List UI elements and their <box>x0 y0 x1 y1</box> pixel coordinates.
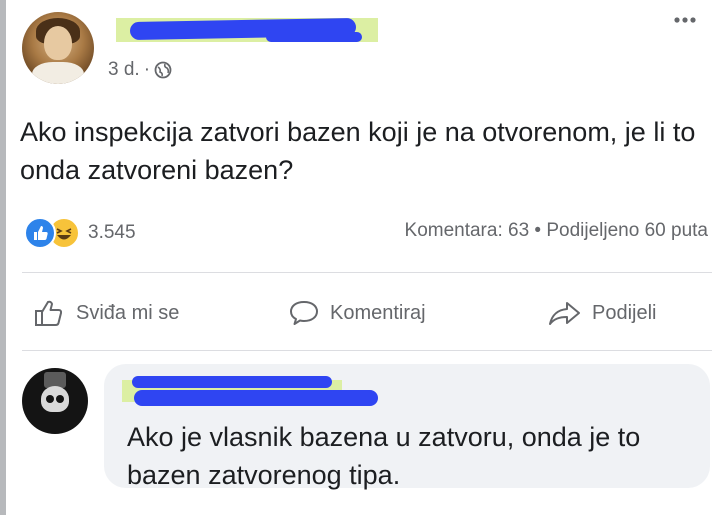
post-time[interactable]: 3 d. <box>108 59 140 81</box>
commenter-avatar[interactable] <box>22 368 88 434</box>
comment-text: Ako je vlasnik bazena u zatvoru, onda je… <box>127 422 641 490</box>
comment-icon <box>288 299 320 327</box>
post-timestamp-row: 3 d. · <box>108 58 172 82</box>
comments-shares-count[interactable]: Komentara: 63 • Podijeljeno 60 puta <box>405 220 708 242</box>
share-label: Podijeli <box>592 301 657 324</box>
avatar-face <box>44 26 72 60</box>
divider <box>22 350 712 351</box>
separator-dot: · <box>143 59 151 80</box>
like-label: Sviđa mi se <box>76 301 180 324</box>
reaction-count: 3.545 <box>88 222 136 243</box>
author-avatar[interactable] <box>22 12 94 84</box>
commenter-name-redacted[interactable] <box>122 372 382 412</box>
redaction-scribble <box>132 376 332 388</box>
share-button[interactable]: Podijeli <box>548 296 656 330</box>
avatar-eye <box>56 395 64 403</box>
reactions-summary[interactable]: 3.545 <box>24 217 136 249</box>
post-text: Ako inspekcija zatvori bazen koji je na … <box>20 117 696 185</box>
avatar-body <box>32 62 84 84</box>
comment-label: Komentiraj <box>330 301 426 324</box>
redaction-scribble <box>134 390 378 406</box>
share-arrow-icon <box>548 299 582 327</box>
divider <box>22 272 712 273</box>
facebook-post: 3 d. · Ako inspekcija zatvori bazen koji… <box>0 0 720 515</box>
avatar-eye <box>46 395 54 403</box>
thumbs-up-icon <box>34 299 66 327</box>
globe-icon <box>154 61 172 79</box>
like-button[interactable]: Sviđa mi se <box>34 296 179 330</box>
redaction-scribble <box>266 32 362 42</box>
like-reaction-icon <box>24 217 56 249</box>
author-name-redacted[interactable] <box>116 14 378 48</box>
more-options-icon[interactable] <box>665 10 705 34</box>
comment-button[interactable]: Komentiraj <box>288 296 426 330</box>
